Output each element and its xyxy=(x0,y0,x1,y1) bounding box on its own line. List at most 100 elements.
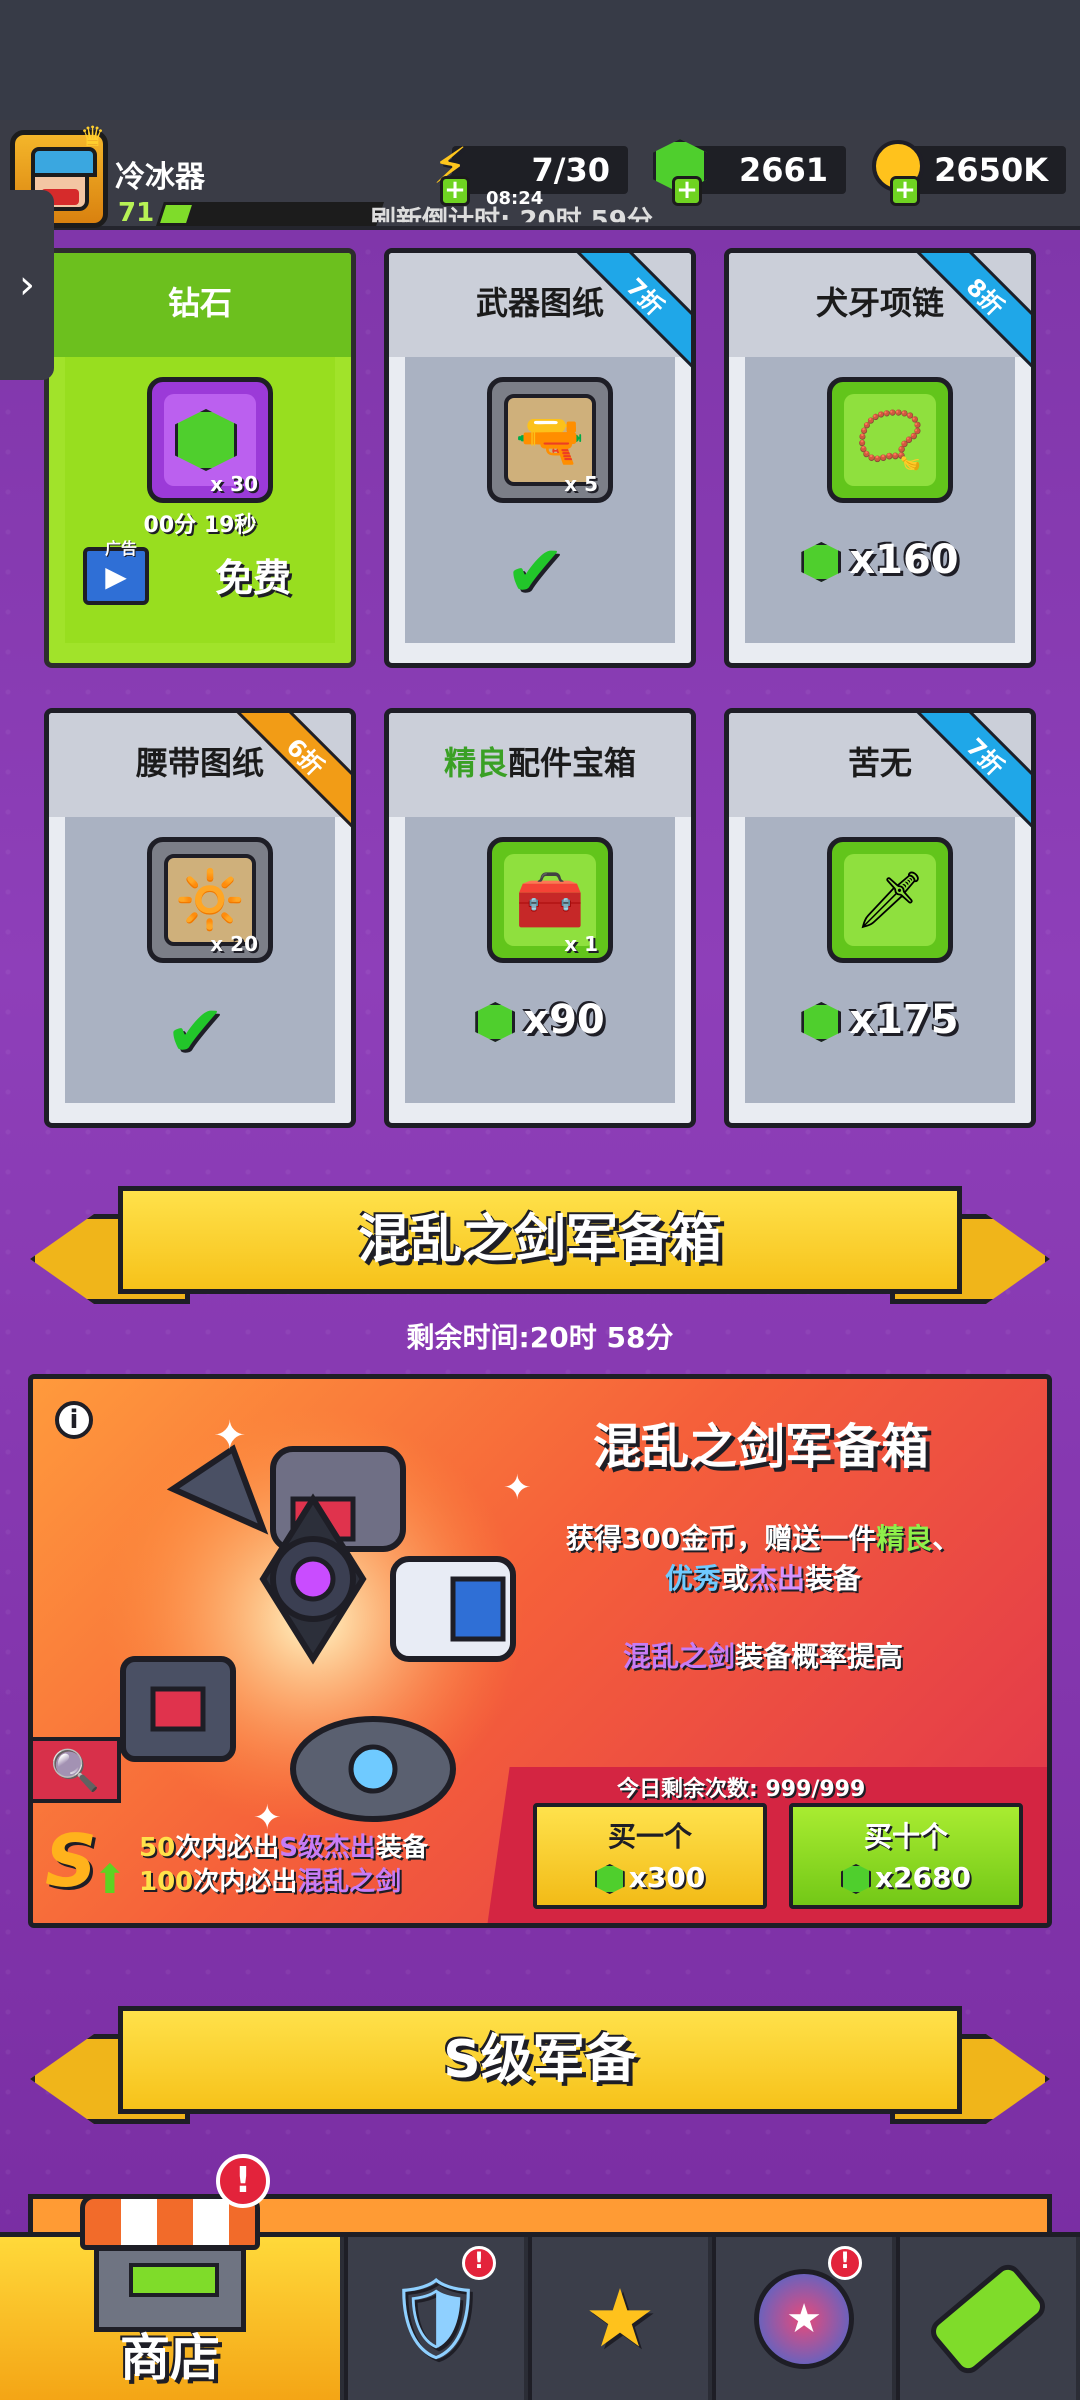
gem-icon xyxy=(801,542,842,582)
free-label: 免费 xyxy=(215,556,292,600)
crown-icon: ♛ xyxy=(80,120,106,153)
rate-up-note: 混乱之剑装备概率提高 xyxy=(503,1635,1023,1675)
shop-card-diamond[interactable]: 钻石 x 30 00分 19秒 ▶ 广告 免费 xyxy=(44,248,356,668)
energy-timer: 08:24 xyxy=(486,188,544,209)
price-label: x175 xyxy=(745,997,1015,1043)
item-tile: 🔆 x 20 xyxy=(147,837,273,963)
card-body: 📿 x160 xyxy=(745,357,1015,643)
box-description: 获得300金币，赠送一件精良、 优秀或杰出装备 xyxy=(503,1519,1023,1599)
card-title-rest: 配件宝箱 xyxy=(508,744,637,782)
card-title: 钻石 xyxy=(49,253,351,357)
shop-card-weapon-scroll[interactable]: 武器图纸 7折 🔫 x 5 ✔ xyxy=(384,248,696,668)
pity-reward: 混乱之剑 xyxy=(297,1867,402,1897)
pity-reward: S级杰出 xyxy=(279,1833,376,1863)
info-icon[interactable]: i xyxy=(55,1401,93,1439)
section-banner-chaos-sword: 混乱之剑军备箱 xyxy=(30,1186,1050,1306)
nav-tab-evolve[interactable] xyxy=(896,2237,1076,2400)
desc-rarity-excellent: 优秀 xyxy=(664,1562,721,1595)
star-swords-icon: ★ xyxy=(584,2272,656,2365)
gem-icon xyxy=(801,1002,842,1042)
pity-count: 100 xyxy=(139,1867,194,1897)
price-value: x2680 xyxy=(875,1861,971,1894)
buy-one-label: 买一个 xyxy=(607,1820,692,1853)
desc-text: 获得300金币，赠送一件 xyxy=(565,1522,877,1555)
price-value: x90 xyxy=(523,997,605,1043)
armor-icon: 🛡 xyxy=(385,2271,487,2365)
rate-up-text: 装备概率提高 xyxy=(735,1640,904,1673)
buy-one-button[interactable]: 买一个 x300 xyxy=(533,1803,767,1909)
purchased-check-icon: ✔ xyxy=(165,989,226,1073)
desc-rarity-outstanding: 杰出 xyxy=(749,1562,806,1595)
card-body: 🧰 x 1 x90 xyxy=(405,817,675,1103)
side-expand-tab[interactable]: › xyxy=(0,190,54,380)
price-value: x160 xyxy=(849,537,959,583)
item-tile: 🧰 x 1 xyxy=(487,837,613,963)
card-body: x 30 00分 19秒 ▶ 广告 免费 xyxy=(65,357,335,643)
purchased-check-icon: ✔ xyxy=(505,529,566,613)
shop-card-fang-necklace[interactable]: 犬牙项链 8折 📿 x160 xyxy=(724,248,1036,668)
nav-tab-equipment[interactable]: 🛡 xyxy=(344,2237,524,2400)
card-body: 🔆 x 20 ✔ xyxy=(65,817,335,1103)
energy-value: 7/30 xyxy=(531,151,610,189)
box-title: 混乱之剑军备箱 xyxy=(593,1419,930,1475)
xp-bar-fill xyxy=(160,205,192,223)
gem-icon xyxy=(594,1864,625,1894)
shop-window xyxy=(129,2263,219,2297)
challenge-alert-badge: ! xyxy=(828,2246,862,2280)
ad-label: 广告 xyxy=(105,539,138,558)
add-gems-button[interactable]: + xyxy=(672,176,702,206)
desc-text: 、 xyxy=(932,1522,961,1555)
arrow-up-icon: ⬆ xyxy=(93,1857,127,1903)
price-value: x300 xyxy=(628,1861,706,1894)
price-value: x175 xyxy=(849,997,959,1043)
card-title: 精良配件宝箱 xyxy=(389,713,691,817)
item-quantity: x 20 xyxy=(210,932,258,956)
star-orb-icon: ★ xyxy=(754,2268,854,2369)
nav-tab-battle[interactable]: ★ xyxy=(528,2237,708,2400)
svg-text:✦: ✦ xyxy=(503,1468,532,1508)
coin-value: 2650K xyxy=(934,151,1048,189)
dna-capsule-icon xyxy=(925,2258,1051,2379)
shop-card-accessory-chest[interactable]: 精良配件宝箱 🧰 x 1 x90 xyxy=(384,708,696,1128)
shop-card-belt-scroll[interactable]: 腰带图纸 6折 🔆 x 20 ✔ xyxy=(44,708,356,1128)
svg-text:✦: ✦ xyxy=(213,1413,247,1459)
card-body: 🗡 x175 xyxy=(745,817,1015,1103)
section-banner-s-rank: S级军备 xyxy=(30,2006,1050,2126)
item-quantity: x 1 xyxy=(564,932,598,956)
pity-text: 次内必出 xyxy=(175,1833,280,1863)
buy-one-price: x300 xyxy=(537,1861,763,1894)
nav-shop-label: 商店 xyxy=(120,2329,220,2387)
buy-ten-label: 买十个 xyxy=(863,1820,948,1853)
add-coins-button[interactable]: + xyxy=(890,176,920,206)
rate-up-set: 混乱之剑 xyxy=(622,1640,735,1673)
remaining-time: 剩余时间:20时 58分 xyxy=(406,1321,674,1354)
card-body: 🔫 x 5 ✔ xyxy=(405,357,675,643)
search-icon: 🔍 xyxy=(50,1747,100,1794)
necklace-icon: 📿 xyxy=(844,394,936,486)
daily-remaining: 今日剩余次数: 999/999 xyxy=(617,1777,866,1802)
desc-text: 装备 xyxy=(805,1562,862,1595)
kunai-icon: 🗡 xyxy=(844,854,936,946)
shop-alert-badge: ! xyxy=(216,2154,270,2208)
rarity-label: 精良 xyxy=(443,744,508,782)
shop-card-kunai[interactable]: 苦无 7折 🗡 x175 xyxy=(724,708,1036,1128)
gem-value: 2661 xyxy=(738,151,828,189)
banner-title: S级军备 xyxy=(118,2006,962,2114)
player-level: 71 xyxy=(118,198,155,228)
desc-rarity-fine: 精良 xyxy=(876,1522,933,1555)
item-quantity: x 30 xyxy=(210,472,258,496)
preview-search-button[interactable]: 🔍 xyxy=(33,1737,121,1803)
item-tile: 🗡 xyxy=(827,837,953,963)
price-label: x90 xyxy=(405,997,675,1043)
chaos-sword-box-panel: i ✦ ✦ ✦ 混乱之剑军备箱 获得300金币，赠送一件精良、 优秀或杰出装备 … xyxy=(28,1374,1052,1928)
banner-title: 混乱之剑军备箱 xyxy=(118,1186,962,1294)
add-energy-button[interactable]: + xyxy=(440,176,470,206)
nav-tab-challenge[interactable]: ★ xyxy=(712,2237,892,2400)
pity-count: 50 xyxy=(139,1833,176,1863)
equipment-alert-badge: ! xyxy=(462,2246,496,2280)
price-label: x160 xyxy=(745,537,1015,583)
buy-ten-button[interactable]: 买十个 x2680 xyxy=(789,1803,1023,1909)
item-quantity: x 5 xyxy=(564,472,598,496)
item-tile: 🔫 x 5 xyxy=(487,377,613,503)
desc-text: 或 xyxy=(720,1562,749,1595)
